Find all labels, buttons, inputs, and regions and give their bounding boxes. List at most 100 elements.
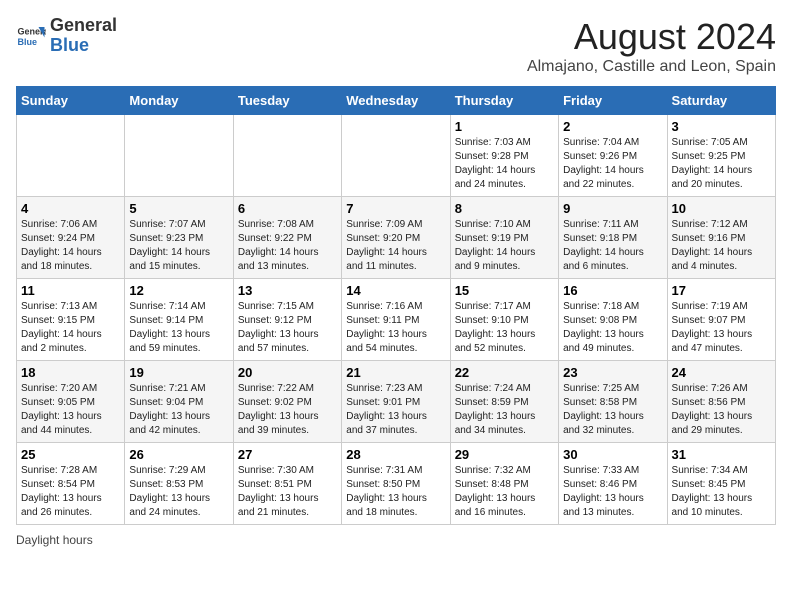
day-number: 20 xyxy=(238,365,337,380)
calendar-cell: 25 Sunrise: 7:28 AM Sunset: 8:54 PM Dayli… xyxy=(17,443,125,525)
day-info: Sunrise: 7:23 AM Sunset: 9:01 PM Dayligh… xyxy=(346,382,445,438)
day-info: Sunrise: 7:30 AM Sunset: 8:51 PM Dayligh… xyxy=(238,464,337,520)
calendar-cell: 2 Sunrise: 7:04 AM Sunset: 9:26 PM Daylig… xyxy=(559,115,667,197)
day-info: Sunrise: 7:06 AM Sunset: 9:24 PM Dayligh… xyxy=(21,218,120,274)
weekday-header-tuesday: Tuesday xyxy=(233,87,341,115)
day-number: 2 xyxy=(563,119,662,134)
day-info: Sunrise: 7:08 AM Sunset: 9:22 PM Dayligh… xyxy=(238,218,337,274)
day-info: Sunrise: 7:03 AM Sunset: 9:28 PM Dayligh… xyxy=(455,136,554,192)
footer-note: Daylight hours xyxy=(16,533,776,547)
calendar-cell: 8Sunrise: 7:10 AM Sunset: 9:19 PM Daylig… xyxy=(450,197,558,279)
day-number: 11 xyxy=(21,283,120,298)
day-number: 18 xyxy=(21,365,120,380)
weekday-header-thursday: Thursday xyxy=(450,87,558,115)
title-area: August 2024 Almajano, Castille and Leon,… xyxy=(527,16,776,76)
day-info: Sunrise: 7:33 AM Sunset: 8:46 PM Dayligh… xyxy=(563,464,662,520)
day-number: 23 xyxy=(563,365,662,380)
day-number: 22 xyxy=(455,365,554,380)
calendar-cell: 21 Sunrise: 7:23 AM Sunset: 9:01 PM Dayli… xyxy=(342,361,450,443)
calendar-cell: 1 Sunrise: 7:03 AM Sunset: 9:28 PM Daylig… xyxy=(450,115,558,197)
weekday-header-monday: Monday xyxy=(125,87,233,115)
day-number: 19 xyxy=(129,365,228,380)
day-info: Sunrise: 7:20 AM Sunset: 9:05 PM Dayligh… xyxy=(21,382,120,438)
day-number: 25 xyxy=(21,447,120,462)
calendar-cell: 18 Sunrise: 7:20 AM Sunset: 9:05 PM Dayli… xyxy=(17,361,125,443)
weekday-header-saturday: Saturday xyxy=(667,87,775,115)
logo-icon: General Blue xyxy=(16,21,46,51)
day-info: Sunrise: 7:34 AM Sunset: 8:45 PM Dayligh… xyxy=(672,464,771,520)
calendar-cell: 20Sunrise: 7:22 AM Sunset: 9:02 PM Dayli… xyxy=(233,361,341,443)
day-number: 31 xyxy=(672,447,771,462)
day-number: 10 xyxy=(672,201,771,216)
calendar-cell: 23 Sunrise: 7:25 AM Sunset: 8:58 PM Dayli… xyxy=(559,361,667,443)
weekday-header-friday: Friday xyxy=(559,87,667,115)
day-info: Sunrise: 7:18 AM Sunset: 9:08 PM Dayligh… xyxy=(563,300,662,356)
calendar-cell: 14Sunrise: 7:16 AM Sunset: 9:11 PM Dayli… xyxy=(342,279,450,361)
day-number: 16 xyxy=(563,283,662,298)
logo-blue-text: Blue xyxy=(50,35,89,55)
day-info: Sunrise: 7:25 AM Sunset: 8:58 PM Dayligh… xyxy=(563,382,662,438)
calendar-cell: 19Sunrise: 7:21 AM Sunset: 9:04 PM Dayli… xyxy=(125,361,233,443)
day-number: 6 xyxy=(238,201,337,216)
day-info: Sunrise: 7:29 AM Sunset: 8:53 PM Dayligh… xyxy=(129,464,228,520)
calendar-cell: 12Sunrise: 7:14 AM Sunset: 9:14 PM Dayli… xyxy=(125,279,233,361)
calendar-cell: 22 Sunrise: 7:24 AM Sunset: 8:59 PM Dayli… xyxy=(450,361,558,443)
calendar-cell xyxy=(17,115,125,197)
day-info: Sunrise: 7:24 AM Sunset: 8:59 PM Dayligh… xyxy=(455,382,554,438)
day-number: 12 xyxy=(129,283,228,298)
calendar-week-row: 4 Sunrise: 7:06 AM Sunset: 9:24 PM Daylig… xyxy=(17,197,776,279)
calendar-cell: 11 Sunrise: 7:13 AM Sunset: 9:15 PM Dayli… xyxy=(17,279,125,361)
calendar-cell: 29 Sunrise: 7:32 AM Sunset: 8:48 PM Dayli… xyxy=(450,443,558,525)
day-info: Sunrise: 7:28 AM Sunset: 8:54 PM Dayligh… xyxy=(21,464,120,520)
logo-general-text: General xyxy=(50,15,117,35)
calendar-cell: 3 Sunrise: 7:05 AM Sunset: 9:25 PM Daylig… xyxy=(667,115,775,197)
day-number: 30 xyxy=(563,447,662,462)
calendar-week-row: 25 Sunrise: 7:28 AM Sunset: 8:54 PM Dayli… xyxy=(17,443,776,525)
calendar-cell: 26 Sunrise: 7:29 AM Sunset: 8:53 PM Dayli… xyxy=(125,443,233,525)
day-number: 26 xyxy=(129,447,228,462)
day-number: 15 xyxy=(455,283,554,298)
day-number: 1 xyxy=(455,119,554,134)
day-number: 24 xyxy=(672,365,771,380)
weekday-header-sunday: Sunday xyxy=(17,87,125,115)
day-info: Sunrise: 7:32 AM Sunset: 8:48 PM Dayligh… xyxy=(455,464,554,520)
day-info: Sunrise: 7:07 AM Sunset: 9:23 PM Dayligh… xyxy=(129,218,228,274)
day-info: Sunrise: 7:13 AM Sunset: 9:15 PM Dayligh… xyxy=(21,300,120,356)
calendar-cell xyxy=(125,115,233,197)
svg-text:Blue: Blue xyxy=(18,37,38,47)
day-number: 3 xyxy=(672,119,771,134)
calendar-cell: 24 Sunrise: 7:26 AM Sunset: 8:56 PM Dayli… xyxy=(667,361,775,443)
calendar-cell: 5 Sunrise: 7:07 AM Sunset: 9:23 PM Daylig… xyxy=(125,197,233,279)
calendar-week-row: 11 Sunrise: 7:13 AM Sunset: 9:15 PM Dayli… xyxy=(17,279,776,361)
day-info: Sunrise: 7:09 AM Sunset: 9:20 PM Dayligh… xyxy=(346,218,445,274)
calendar-cell: 10Sunrise: 7:12 AM Sunset: 9:16 PM Dayli… xyxy=(667,197,775,279)
day-info: Sunrise: 7:05 AM Sunset: 9:25 PM Dayligh… xyxy=(672,136,771,192)
day-number: 27 xyxy=(238,447,337,462)
day-number: 5 xyxy=(129,201,228,216)
day-info: Sunrise: 7:19 AM Sunset: 9:07 PM Dayligh… xyxy=(672,300,771,356)
logo: General Blue General Blue xyxy=(16,16,117,56)
day-number: 17 xyxy=(672,283,771,298)
calendar-cell: 17 Sunrise: 7:19 AM Sunset: 9:07 PM Dayli… xyxy=(667,279,775,361)
day-number: 4 xyxy=(21,201,120,216)
header: General Blue General Blue August 2024 Al… xyxy=(16,16,776,76)
day-number: 14 xyxy=(346,283,445,298)
calendar-cell: 30 Sunrise: 7:33 AM Sunset: 8:46 PM Dayli… xyxy=(559,443,667,525)
weekday-header-wednesday: Wednesday xyxy=(342,87,450,115)
day-number: 29 xyxy=(455,447,554,462)
day-number: 21 xyxy=(346,365,445,380)
day-info: Sunrise: 7:17 AM Sunset: 9:10 PM Dayligh… xyxy=(455,300,554,356)
day-info: Sunrise: 7:26 AM Sunset: 8:56 PM Dayligh… xyxy=(672,382,771,438)
calendar-cell: 7Sunrise: 7:09 AM Sunset: 9:20 PM Daylig… xyxy=(342,197,450,279)
calendar-table: SundayMondayTuesdayWednesdayThursdayFrid… xyxy=(16,86,776,525)
day-number: 13 xyxy=(238,283,337,298)
day-info: Sunrise: 7:04 AM Sunset: 9:26 PM Dayligh… xyxy=(563,136,662,192)
main-title: August 2024 xyxy=(527,16,776,58)
day-info: Sunrise: 7:15 AM Sunset: 9:12 PM Dayligh… xyxy=(238,300,337,356)
calendar-cell: 15 Sunrise: 7:17 AM Sunset: 9:10 PM Dayli… xyxy=(450,279,558,361)
calendar-week-row: 18 Sunrise: 7:20 AM Sunset: 9:05 PM Dayli… xyxy=(17,361,776,443)
calendar-cell: 4 Sunrise: 7:06 AM Sunset: 9:24 PM Daylig… xyxy=(17,197,125,279)
calendar-cell xyxy=(342,115,450,197)
day-number: 28 xyxy=(346,447,445,462)
weekday-header-row: SundayMondayTuesdayWednesdayThursdayFrid… xyxy=(17,87,776,115)
